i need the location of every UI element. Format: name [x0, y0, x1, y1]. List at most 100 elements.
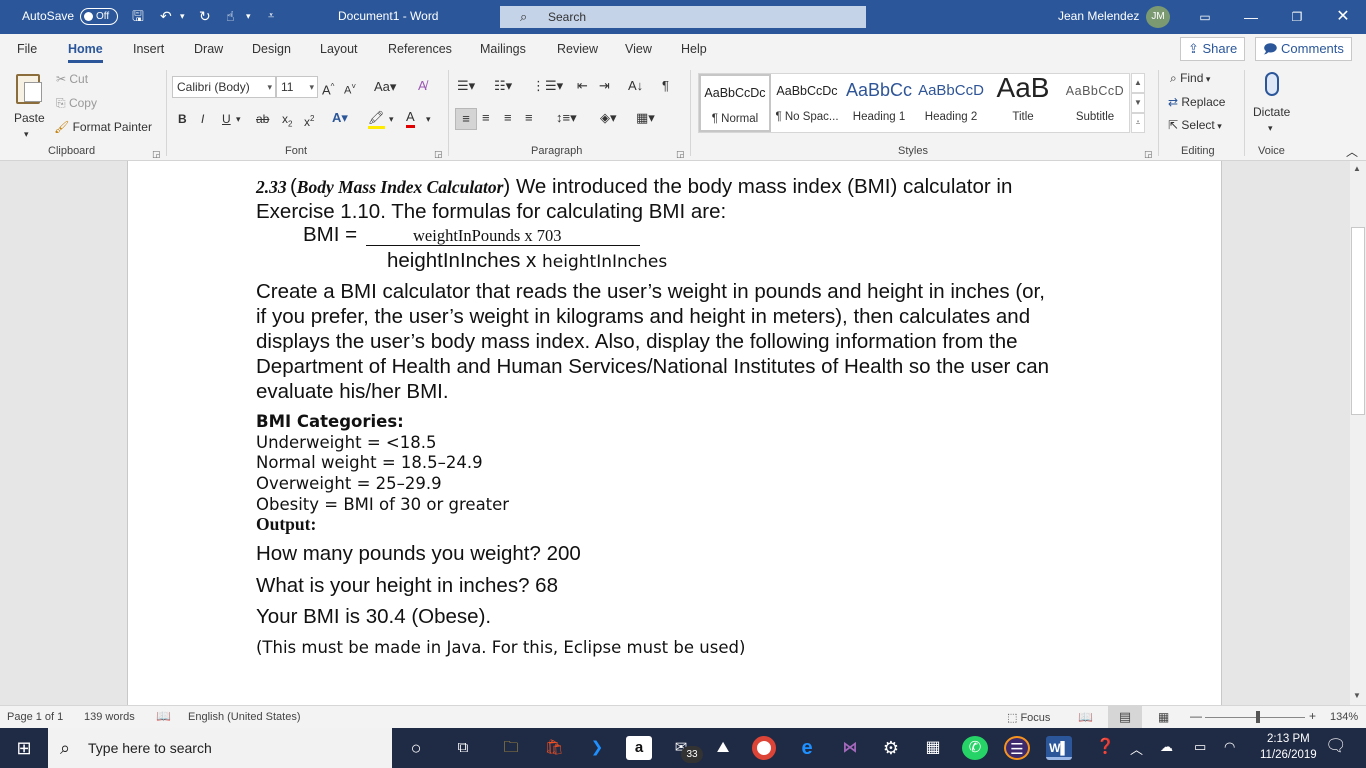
highlight-dropdown-icon[interactable]: ▾ [389, 111, 394, 127]
italic-icon[interactable]: I [201, 111, 204, 127]
style-title[interactable]: AaB Title [987, 74, 1059, 132]
format-painter-button[interactable]: 🖌 Format Painter [54, 119, 152, 135]
highlight-icon[interactable]: 🖍 [368, 110, 385, 129]
language-indicator[interactable]: English (United States) [188, 711, 301, 723]
font-name-select[interactable]: Calibri (Body) ▾ [172, 76, 276, 98]
paragraph-launcher-icon[interactable]: ◲ [676, 146, 685, 162]
touch-dropdown-icon[interactable]: ▾ [246, 8, 251, 24]
tab-view[interactable]: View [625, 42, 652, 56]
taskbar-search-input[interactable]: ⌕ Type here to search [48, 728, 392, 768]
styles-more-icon[interactable]: ⩡ [1131, 113, 1145, 133]
style-subtitle[interactable]: AaBbCcD Subtitle [1059, 74, 1131, 132]
zoom-slider-handle[interactable] [1256, 711, 1260, 723]
help-icon[interactable]: ❓ [1096, 737, 1115, 755]
read-mode-icon[interactable]: 📖 [1078, 710, 1093, 724]
avatar[interactable]: JM [1146, 6, 1170, 28]
amazon-icon[interactable]: a [626, 736, 652, 760]
grow-font-icon[interactable]: A^ [322, 79, 334, 98]
settings-icon[interactable]: ⚙ [878, 736, 904, 760]
replace-button[interactable]: ⇄ Replace [1168, 94, 1225, 110]
cut-button[interactable]: ✂ Cut [56, 71, 88, 87]
multilevel-list-icon[interactable]: ⋮☰▾ [532, 78, 563, 94]
sort-icon[interactable]: A↓ [628, 78, 643, 94]
paste-button[interactable]: Paste ▾ [8, 70, 48, 140]
font-launcher-icon[interactable]: ◲ [434, 146, 443, 162]
customize-qat-icon[interactable]: ⩡ [268, 8, 274, 24]
styles-scroll-down-icon[interactable]: ▼ [1131, 93, 1145, 113]
tab-home[interactable]: Home [68, 42, 103, 63]
tab-draw[interactable]: Draw [194, 42, 223, 56]
power-automate-icon[interactable]: ❯ [584, 736, 610, 760]
page-count[interactable]: Page 1 of 1 [7, 711, 63, 723]
line-spacing-icon[interactable]: ↕≡▾ [556, 110, 577, 126]
change-case-icon[interactable]: Aa▾ [374, 79, 396, 95]
align-right-icon[interactable]: ≡ [504, 110, 512, 126]
minimize-icon[interactable]: — [1236, 6, 1266, 28]
style-heading-1[interactable]: AaBbCc Heading 1 [843, 74, 915, 132]
file-explorer-icon[interactable]: 🗀 [498, 736, 524, 760]
style-no-spacing[interactable]: AaBbCcDc ¶ No Spac... [771, 74, 843, 132]
tab-layout[interactable]: Layout [320, 42, 358, 56]
bold-icon[interactable]: B [178, 111, 187, 127]
eclipse-icon[interactable]: ☰ [1004, 736, 1030, 760]
save-icon[interactable]: 🖫 [132, 8, 144, 24]
focus-button[interactable]: ⬚ Focus [1007, 711, 1050, 724]
style-normal[interactable]: AaBbCcDc ¶ Normal [699, 74, 771, 132]
clock[interactable]: 2:13 PM 11/26/2019 [1260, 731, 1317, 763]
store-icon[interactable]: 🛍 [541, 736, 567, 760]
share-button[interactable]: ⇪ Share [1180, 37, 1246, 61]
word-count[interactable]: 139 words [84, 711, 135, 723]
dictate-button[interactable]: Dictate ▾ [1250, 70, 1296, 140]
strikethrough-icon[interactable]: ab [256, 111, 269, 127]
chrome-icon[interactable] [752, 736, 776, 760]
style-heading-2[interactable]: AaBbCcD Heading 2 [915, 74, 987, 132]
print-layout-icon[interactable]: ▤ [1108, 706, 1142, 728]
zoom-level[interactable]: 134% [1330, 711, 1358, 723]
zoom-slider[interactable] [1205, 717, 1305, 718]
scroll-up-icon[interactable]: ▲ [1353, 164, 1361, 173]
tab-review[interactable]: Review [557, 42, 598, 56]
select-button[interactable]: ⇱ Select ▾ [1168, 117, 1222, 134]
font-color-dropdown-icon[interactable]: ▾ [426, 111, 431, 127]
proofing-icon[interactable]: 📖 [156, 709, 171, 723]
align-left-icon[interactable]: ≡ [455, 108, 477, 130]
search-input[interactable]: ⌕ Search [500, 6, 866, 28]
restore-icon[interactable]: ❐ [1282, 6, 1312, 28]
comments-button[interactable]: 🗩 Comments [1255, 37, 1352, 61]
superscript-icon[interactable]: x2 [304, 111, 314, 130]
scroll-thumb[interactable] [1351, 227, 1365, 415]
onedrive-icon[interactable]: ☁ [1160, 739, 1173, 755]
wifi-icon[interactable]: ◠ [1224, 739, 1235, 755]
underline-dropdown-icon[interactable]: ▾ [236, 111, 241, 127]
tab-help[interactable]: Help [681, 42, 707, 56]
styles-launcher-icon[interactable]: ◲ [1144, 146, 1153, 162]
clear-formatting-icon[interactable]: A̸ [418, 78, 427, 94]
shrink-font-icon[interactable]: A˅ [344, 79, 356, 99]
borders-icon[interactable]: ▦▾ [636, 110, 655, 126]
close-icon[interactable]: ✕ [1328, 6, 1358, 28]
tab-mailings[interactable]: Mailings [480, 42, 526, 56]
numbering-icon[interactable]: ☷▾ [494, 78, 512, 94]
subscript-icon[interactable]: x2 [282, 111, 292, 132]
clipboard-launcher-icon[interactable]: ◲ [152, 146, 161, 162]
zoom-out-icon[interactable]: — [1190, 709, 1202, 723]
font-color-icon[interactable]: A [406, 109, 415, 128]
tab-references[interactable]: References [388, 42, 452, 56]
undo-dropdown-icon[interactable]: ▾ [180, 8, 185, 24]
find-button[interactable]: ⌕ Find ▾ [1170, 70, 1210, 87]
justify-icon[interactable]: ≡ [525, 110, 533, 126]
word-icon[interactable]: W▌ [1046, 736, 1072, 760]
scroll-down-icon[interactable]: ▼ [1353, 691, 1361, 700]
user-name[interactable]: Jean Melendez [1058, 9, 1139, 23]
ribbon-display-options-icon[interactable]: ▭ [1190, 6, 1220, 28]
zoom-in-icon[interactable]: + [1309, 709, 1316, 723]
battery-icon[interactable]: ▭ [1194, 739, 1206, 755]
whatsapp-icon[interactable]: ✆ [962, 736, 988, 760]
web-layout-icon[interactable]: ▦ [1158, 710, 1169, 724]
photos-icon[interactable]: ⛰ [710, 736, 736, 760]
underline-icon[interactable]: U [222, 111, 231, 127]
bullets-icon[interactable]: ☰▾ [457, 78, 475, 94]
undo-icon[interactable]: ↶ [160, 8, 172, 24]
font-size-select[interactable]: 11 ▾ [276, 76, 318, 98]
document-page[interactable]: 2.33 (Body Mass Index Calculator) We int… [127, 161, 1222, 705]
